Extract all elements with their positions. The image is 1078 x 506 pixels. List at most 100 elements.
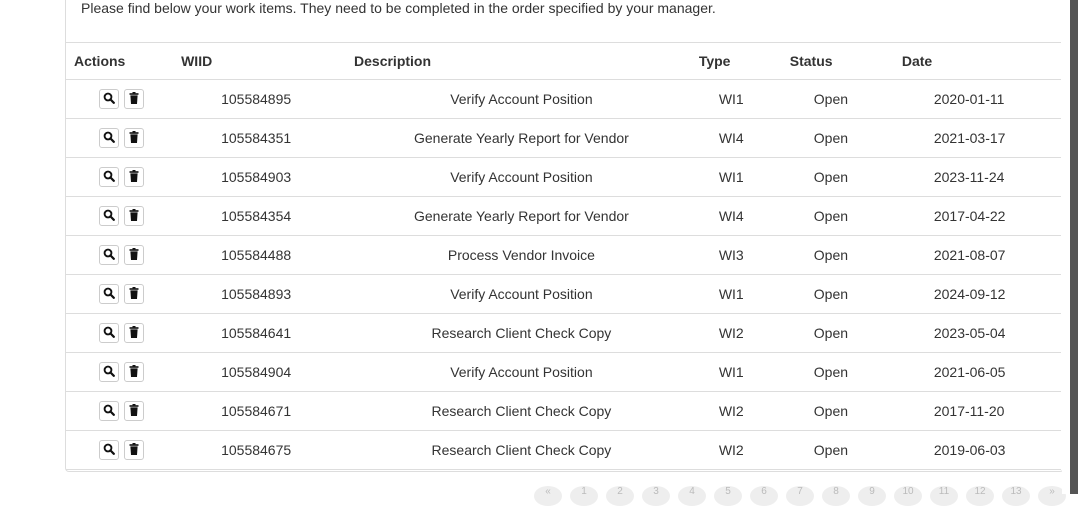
- delete-button[interactable]: [124, 362, 144, 382]
- view-button[interactable]: [99, 284, 119, 304]
- header-wiid: WIID: [181, 42, 355, 80]
- search-icon: [103, 91, 115, 107]
- table-row: 105584903 Verify Account Position WI1 Open 2…: [66, 157, 1061, 197]
- row-actions: [66, 235, 182, 275]
- row-actions: [66, 118, 182, 158]
- intro-text: Please find below your work items. They …: [81, 0, 716, 16]
- view-button[interactable]: [99, 362, 119, 382]
- cell-description: Process Vendor Invoice: [354, 235, 699, 275]
- cell-date: 2023-11-24: [901, 157, 1061, 197]
- delete-button[interactable]: [124, 440, 144, 460]
- cell-description: Verify Account Position: [354, 274, 699, 314]
- view-button[interactable]: [99, 167, 119, 187]
- table-row: 105584893 Verify Account Position WI1 Open 2…: [66, 274, 1061, 314]
- trash-icon: [129, 130, 139, 146]
- view-button[interactable]: [99, 245, 119, 265]
- cell-type: WI1: [698, 352, 790, 392]
- cell-description: Research Client Check Copy: [354, 313, 699, 353]
- cell-status: Open: [789, 391, 902, 431]
- vertical-scrollbar[interactable]: [1062, 0, 1078, 494]
- table-row: 105584671 Research Client Check Copy WI2 Op…: [66, 391, 1061, 431]
- row-actions: [66, 79, 182, 119]
- delete-button[interactable]: [124, 284, 144, 304]
- header-actions: Actions: [66, 42, 182, 80]
- cell-type: WI1: [698, 79, 790, 119]
- page-button[interactable]: 12: [966, 486, 994, 506]
- page-button[interactable]: 8: [822, 486, 850, 506]
- view-button[interactable]: [99, 206, 119, 226]
- cell-wiid: 105584671: [181, 391, 355, 431]
- cell-date: 2019-06-03: [901, 430, 1061, 470]
- row-actions: [66, 157, 182, 197]
- pagination: «1 2 3 4 5 6 7 8 9 10 11 12 13»: [534, 486, 1066, 506]
- cell-date: 2024-09-12: [901, 274, 1061, 314]
- cell-date: 2023-05-04: [901, 313, 1061, 353]
- cell-wiid: 105584895: [181, 79, 355, 119]
- page-button[interactable]: 7: [786, 486, 814, 506]
- cell-wiid: 105584488: [181, 235, 355, 275]
- cell-status: Open: [789, 79, 902, 119]
- cell-wiid: 105584354: [181, 196, 355, 236]
- scrollbar-thumb[interactable]: [1070, 0, 1078, 494]
- view-button[interactable]: [99, 323, 119, 343]
- cell-wiid: 105584904: [181, 352, 355, 392]
- table-row: 105584488 Process Vendor Invoice WI3 Open 20…: [66, 235, 1061, 275]
- cell-type: WI3: [698, 235, 790, 275]
- page-button[interactable]: 6: [750, 486, 778, 506]
- view-button[interactable]: [99, 128, 119, 148]
- page-button[interactable]: 13: [1002, 486, 1030, 506]
- cell-status: Open: [789, 430, 902, 470]
- cell-type: WI2: [698, 430, 790, 470]
- delete-button[interactable]: [124, 128, 144, 148]
- page-button[interactable]: 2: [606, 486, 634, 506]
- cell-type: WI1: [698, 157, 790, 197]
- page-button[interactable]: 5: [714, 486, 742, 506]
- page-button[interactable]: «: [534, 486, 562, 506]
- trash-icon: [129, 442, 139, 458]
- cell-status: Open: [789, 196, 902, 236]
- work-items-table: Actions WIID Description Type Status Dat…: [66, 42, 1061, 470]
- cell-status: Open: [789, 313, 902, 353]
- delete-button[interactable]: [124, 323, 144, 343]
- row-actions: [66, 391, 182, 431]
- trash-icon: [129, 286, 139, 302]
- delete-button[interactable]: [124, 167, 144, 187]
- page-button[interactable]: 10: [894, 486, 922, 506]
- table-row: 105584675 Research Client Check Copy WI2 Op…: [66, 430, 1061, 470]
- cell-description: Generate Yearly Report for Vendor: [354, 196, 699, 236]
- trash-icon: [129, 325, 139, 341]
- page-button[interactable]: 3: [642, 486, 670, 506]
- page-button[interactable]: 1: [570, 486, 598, 506]
- cell-date: 2017-04-22: [901, 196, 1061, 236]
- search-icon: [103, 403, 115, 419]
- page-button[interactable]: 9: [858, 486, 886, 506]
- row-actions: [66, 352, 182, 392]
- table-header-row: Actions WIID Description Type Status Dat…: [66, 42, 1061, 80]
- delete-button[interactable]: [124, 245, 144, 265]
- trash-icon: [129, 403, 139, 419]
- cell-date: 2017-11-20: [901, 391, 1061, 431]
- delete-button[interactable]: [124, 206, 144, 226]
- table-row: 105584895 Verify Account Position WI1 Open 2…: [66, 79, 1061, 119]
- table-row: 105584354 Generate Yearly Report for Vend…: [66, 196, 1061, 236]
- search-icon: [103, 208, 115, 224]
- cell-wiid: 105584903: [181, 157, 355, 197]
- trash-icon: [129, 208, 139, 224]
- search-icon: [103, 247, 115, 263]
- search-icon: [103, 325, 115, 341]
- header-type: Type: [698, 42, 790, 80]
- view-button[interactable]: [99, 401, 119, 421]
- search-icon: [103, 286, 115, 302]
- cell-type: WI4: [698, 118, 790, 158]
- search-icon: [103, 169, 115, 185]
- page-button[interactable]: 11: [930, 486, 958, 506]
- view-button[interactable]: [99, 440, 119, 460]
- cell-wiid: 105584893: [181, 274, 355, 314]
- delete-button[interactable]: [124, 401, 144, 421]
- view-button[interactable]: [99, 89, 119, 109]
- page-button[interactable]: 4: [678, 486, 706, 506]
- cell-type: WI2: [698, 313, 790, 353]
- delete-button[interactable]: [124, 89, 144, 109]
- cell-date: 2021-08-07: [901, 235, 1061, 275]
- trash-icon: [129, 169, 139, 185]
